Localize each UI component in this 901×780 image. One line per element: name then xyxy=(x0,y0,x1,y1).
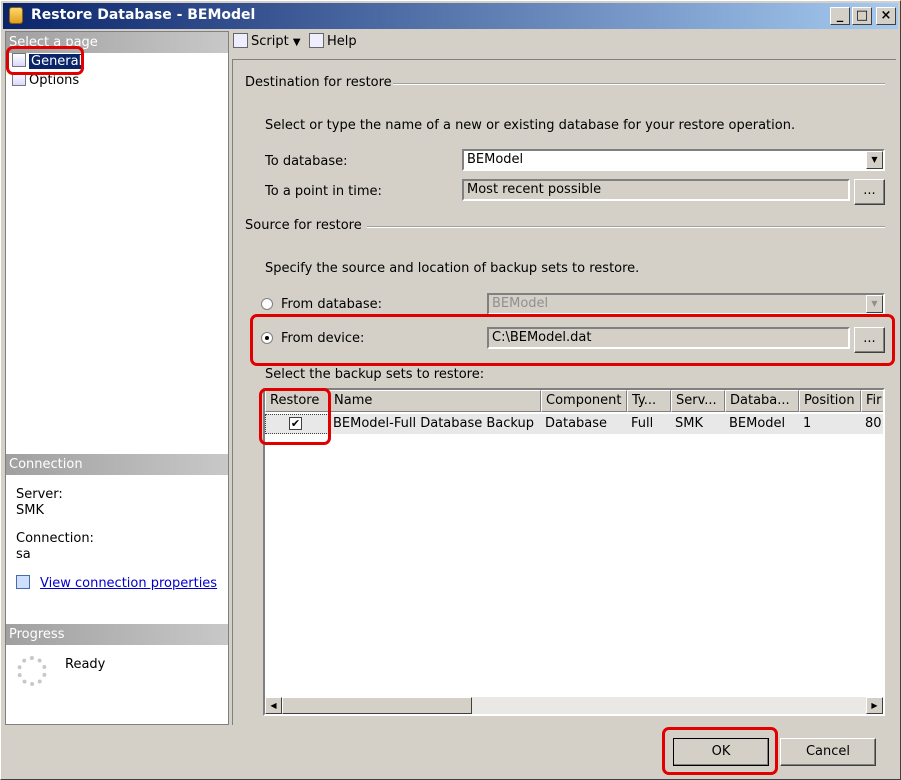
destination-instructions: Select or type the name of a new or exis… xyxy=(265,118,796,133)
page-general-label: General xyxy=(29,54,85,69)
left-pane: Select a page General Options Connection… xyxy=(5,31,229,725)
close-button[interactable]: × xyxy=(876,7,896,25)
title-bar[interactable]: Restore Database - BEModel _ □ × xyxy=(3,3,898,29)
help-label: Help xyxy=(327,34,357,49)
column-header-type[interactable]: Ty... xyxy=(627,390,671,412)
destination-group-title: Destination for restore xyxy=(245,75,392,90)
page-icon xyxy=(12,72,26,86)
from-database-combo: BEModel ▼ xyxy=(487,293,885,315)
from-device-label: From device: xyxy=(281,331,365,346)
help-button[interactable]: Help xyxy=(309,33,357,49)
scroll-thumb[interactable] xyxy=(282,697,472,714)
page-general[interactable]: General xyxy=(12,53,85,71)
server-value: SMK xyxy=(16,503,44,518)
column-header-first[interactable]: Fir xyxy=(861,390,883,412)
ok-button[interactable]: OK xyxy=(673,738,769,766)
cell-server: SMK xyxy=(671,414,725,434)
chevron-down-icon: ▼ xyxy=(292,37,301,48)
backup-sets-grid[interactable]: Restore Name Component Ty... Serv... Dat… xyxy=(263,388,885,716)
script-button[interactable]: Script ▼ xyxy=(233,33,301,49)
view-connection-properties[interactable]: View connection properties xyxy=(16,575,217,591)
connection-value: sa xyxy=(16,547,31,562)
server-label: Server: xyxy=(16,487,63,502)
to-database-value: BEModel xyxy=(467,152,524,167)
progress-status: Ready xyxy=(65,657,106,672)
cell-name: BEModel-Full Database Backup xyxy=(329,414,541,434)
from-device-browse-button[interactable]: ... xyxy=(854,327,885,353)
progress-header: Progress xyxy=(6,624,228,645)
chevron-down-icon: ▼ xyxy=(866,295,883,313)
cancel-button[interactable]: Cancel xyxy=(780,738,876,766)
to-database-label: To database: xyxy=(265,154,348,169)
window-title: Restore Database - BEModel xyxy=(31,7,256,23)
help-icon xyxy=(309,33,324,48)
cell-type: Full xyxy=(627,414,671,434)
source-group-title: Source for restore xyxy=(245,218,362,233)
restore-cell[interactable]: ✔ xyxy=(265,414,329,434)
to-database-combo[interactable]: BEModel ▼ xyxy=(462,149,885,171)
column-header-server[interactable]: Serv... xyxy=(671,390,725,412)
connection-label: Connection: xyxy=(16,531,94,546)
column-header-restore[interactable]: Restore xyxy=(265,390,329,412)
column-header-database[interactable]: Databa... xyxy=(725,390,799,412)
from-device-radio[interactable] xyxy=(261,332,273,344)
cell-database: BEModel xyxy=(725,414,799,434)
horizontal-scrollbar[interactable]: ◀ ▶ xyxy=(265,697,883,714)
minimize-button[interactable]: _ xyxy=(830,7,850,25)
page-icon xyxy=(12,53,26,67)
from-database-value: BEModel xyxy=(492,296,549,311)
database-icon xyxy=(9,7,23,24)
cell-position: 1 xyxy=(799,414,861,434)
maximize-button[interactable]: □ xyxy=(852,7,872,25)
scroll-right-icon[interactable]: ▶ xyxy=(866,697,883,714)
source-divider xyxy=(367,226,885,228)
point-in-time-field: Most recent possible xyxy=(462,179,850,201)
destination-divider xyxy=(393,83,885,85)
select-page-header: Select a page xyxy=(6,32,228,53)
scroll-left-icon[interactable]: ◀ xyxy=(265,697,282,714)
view-connection-link[interactable]: View connection properties xyxy=(40,576,217,591)
point-in-time-browse-button[interactable]: ... xyxy=(854,179,885,205)
from-database-radio[interactable] xyxy=(261,298,273,310)
script-label: Script xyxy=(251,34,289,49)
from-database-label: From database: xyxy=(281,297,382,312)
column-header-position[interactable]: Position xyxy=(799,390,861,412)
column-header-name[interactable]: Name xyxy=(329,390,541,412)
progress-spinner-icon xyxy=(17,656,47,686)
connection-header: Connection xyxy=(6,454,228,475)
cell-first: 80 xyxy=(861,414,883,434)
page-options[interactable]: Options xyxy=(12,72,79,90)
connection-properties-icon xyxy=(16,575,30,589)
restore-database-dialog: Restore Database - BEModel _ □ × Select … xyxy=(0,0,901,780)
backup-sets-label: Select the backup sets to restore: xyxy=(265,367,485,382)
cell-component: Database xyxy=(541,414,627,434)
page-options-label: Options xyxy=(29,73,80,88)
point-in-time-label: To a point in time: xyxy=(265,184,382,199)
source-instructions: Specify the source and location of backu… xyxy=(265,261,640,276)
column-header-component[interactable]: Component xyxy=(541,390,627,412)
restore-checkbox[interactable]: ✔ xyxy=(289,417,302,430)
from-device-field: C:\BEModel.dat xyxy=(487,327,850,349)
chevron-down-icon[interactable]: ▼ xyxy=(866,151,883,169)
script-icon xyxy=(233,33,248,48)
